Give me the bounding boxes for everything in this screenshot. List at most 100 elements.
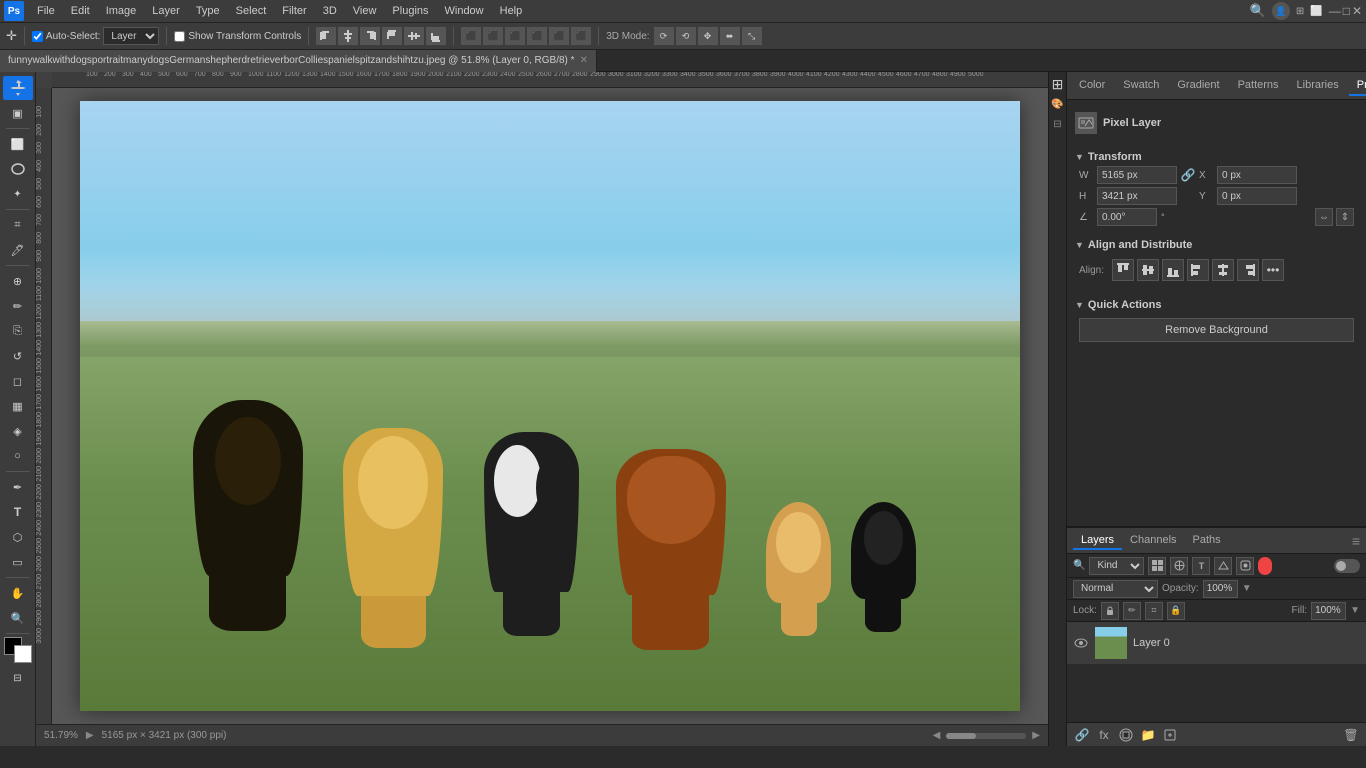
quick-mask-btn[interactable]: ⊟ (3, 666, 33, 690)
remove-background-btn[interactable]: Remove Background (1079, 318, 1354, 342)
auto-select-dropdown[interactable]: Layer Group (103, 27, 159, 45)
transform-check[interactable] (174, 31, 185, 42)
align-h-center-icon-btn[interactable] (1212, 259, 1234, 281)
eyedropper-tool[interactable]: 🖊 (3, 238, 33, 262)
foreground-background-colors[interactable] (4, 637, 32, 663)
menu-plugins[interactable]: Plugins (385, 3, 435, 19)
menu-help[interactable]: Help (493, 3, 530, 19)
hand-tool[interactable]: ✋ (3, 581, 33, 605)
3d-slide-btn[interactable]: ⬌ (720, 27, 740, 45)
angle-input[interactable] (1097, 208, 1157, 226)
zoom-tool[interactable]: 🔍 (3, 606, 33, 630)
blur-tool[interactable]: ◈ (3, 419, 33, 443)
flip-horizontal-btn[interactable]: ⇔ (1315, 208, 1333, 226)
link-layers-btn[interactable]: 🔗 (1073, 726, 1091, 744)
layers-expand-btn[interactable]: ≡ (1352, 533, 1360, 549)
3d-rotate-btn[interactable]: ⟳ (654, 27, 674, 45)
file-tab[interactable]: funnywalkwithdogsportraitmanydogsGermans… (0, 50, 597, 72)
align-left-btn[interactable] (1187, 259, 1209, 281)
fill-arrow[interactable]: ▼ (1350, 605, 1360, 616)
transform-header[interactable]: ▼ Transform (1075, 148, 1358, 166)
lock-pixels-btn[interactable] (1101, 602, 1119, 620)
layer-visibility-toggle[interactable] (1073, 635, 1089, 651)
3d-pan-btn[interactable]: ✥ (698, 27, 718, 45)
history-brush-tool[interactable]: ↺ (3, 344, 33, 368)
user-avatar[interactable]: 👤 (1272, 2, 1290, 20)
search-icon[interactable]: 🔍 (1250, 3, 1266, 19)
filter-color-btn[interactable] (1258, 557, 1272, 575)
lock-all-btn[interactable]: 🔒 (1167, 602, 1185, 620)
minimize-btn[interactable]: — (1329, 4, 1341, 18)
menu-type[interactable]: Type (189, 3, 227, 19)
align-bottom-btn[interactable] (1162, 259, 1184, 281)
menu-image[interactable]: Image (99, 3, 144, 19)
filter-pixel-btn[interactable] (1148, 557, 1166, 575)
new-group-btn[interactable]: 📁 (1139, 726, 1157, 744)
filter-adjust-btn[interactable] (1170, 557, 1188, 575)
nav-prev-btn[interactable]: ◀ (933, 730, 941, 741)
nav-next-btn[interactable]: ▶ (1032, 730, 1040, 741)
marquee-tool[interactable]: ⬜ (3, 132, 33, 156)
pen-tool[interactable]: ✒ (3, 475, 33, 499)
layers-tab-channels[interactable]: Channels (1122, 532, 1184, 550)
add-mask-btn[interactable] (1117, 726, 1135, 744)
align-top-btn[interactable] (1112, 259, 1134, 281)
blend-mode-select[interactable]: Normal (1073, 580, 1158, 598)
dist-left-btn[interactable]: ⬛ (461, 27, 481, 45)
magic-wand-tool[interactable]: ✦ (3, 182, 33, 206)
opacity-arrow[interactable]: ▼ (1242, 583, 1252, 594)
gradient-tool[interactable]: ▦ (3, 394, 33, 418)
width-input[interactable] (1097, 166, 1177, 184)
lock-artboard-btn[interactable]: ⌗ (1145, 602, 1163, 620)
filter-smart-btn[interactable] (1236, 557, 1254, 575)
layers-tab-paths[interactable]: Paths (1185, 532, 1229, 550)
dist-bottom-btn[interactable]: ⬛ (571, 27, 591, 45)
panel-toggle-top[interactable]: ⊞ (1050, 76, 1066, 92)
height-input[interactable] (1097, 187, 1177, 205)
align-right-edges-btn[interactable] (360, 27, 380, 45)
path-selection-tool[interactable]: ⬡ (3, 525, 33, 549)
maximize-btn[interactable]: □ (1343, 4, 1350, 18)
quick-actions-header[interactable]: ▼ Quick Actions (1075, 296, 1358, 314)
tab-properties[interactable]: Properties (1349, 76, 1366, 96)
lock-position-btn[interactable]: ✏ (1123, 602, 1141, 620)
align-distribute-header[interactable]: ▼ Align and Distribute (1075, 236, 1358, 254)
canvas-area[interactable] (52, 88, 1048, 724)
close-btn[interactable]: ✕ (1352, 4, 1362, 18)
layer-item[interactable]: Layer 0 (1067, 622, 1366, 664)
color-panel-icon[interactable]: 🎨 (1050, 96, 1066, 112)
flip-vertical-btn[interactable]: ⇕ (1336, 208, 1354, 226)
menu-window[interactable]: Window (438, 3, 491, 19)
filter-type-btn[interactable]: T (1192, 557, 1210, 575)
add-style-btn[interactable]: fx (1095, 726, 1113, 744)
eraser-tool[interactable]: ◻ (3, 369, 33, 393)
auto-select-checkbox[interactable]: Auto-Select: Layer Group (32, 27, 159, 45)
dist-right-btn[interactable]: ⬛ (505, 27, 525, 45)
tab-color[interactable]: Color (1071, 76, 1113, 96)
layers-panel-icon[interactable]: ⊟ (1050, 116, 1066, 132)
menu-layer[interactable]: Layer (145, 3, 187, 19)
link-wh-btn[interactable]: 🔗 (1181, 168, 1195, 182)
dist-center-h-btn[interactable]: ⬛ (483, 27, 503, 45)
new-layer-btn[interactable] (1161, 726, 1179, 744)
transform-controls-checkbox[interactable]: Show Transform Controls (174, 31, 301, 42)
dist-top-btn[interactable]: ⬛ (527, 27, 547, 45)
x-input[interactable] (1217, 166, 1297, 184)
artboard-tool[interactable]: ▣ (3, 101, 33, 125)
filter-shape-btn[interactable] (1214, 557, 1232, 575)
stamp-tool[interactable]: ⎘ (3, 319, 33, 343)
3d-scale-btn[interactable]: ⤡ (742, 27, 762, 45)
type-tool[interactable]: T (3, 500, 33, 524)
align-left-edges-btn[interactable] (316, 27, 336, 45)
workspace-switcher[interactable]: ⊞ (1296, 6, 1304, 17)
tab-patterns[interactable]: Patterns (1230, 76, 1287, 96)
filter-toggle[interactable] (1334, 559, 1360, 573)
align-top-edges-btn[interactable] (382, 27, 402, 45)
delete-layer-btn[interactable]: 🗑 (1342, 726, 1360, 744)
layer-kind-filter[interactable]: Kind (1089, 557, 1144, 575)
dodge-tool[interactable]: ○ (3, 444, 33, 468)
tab-close-btn[interactable]: ✕ (580, 55, 588, 66)
arrange-windows[interactable]: ⬜ (1310, 6, 1322, 17)
align-right-btn[interactable] (1237, 259, 1259, 281)
menu-3d[interactable]: 3D (316, 3, 344, 19)
